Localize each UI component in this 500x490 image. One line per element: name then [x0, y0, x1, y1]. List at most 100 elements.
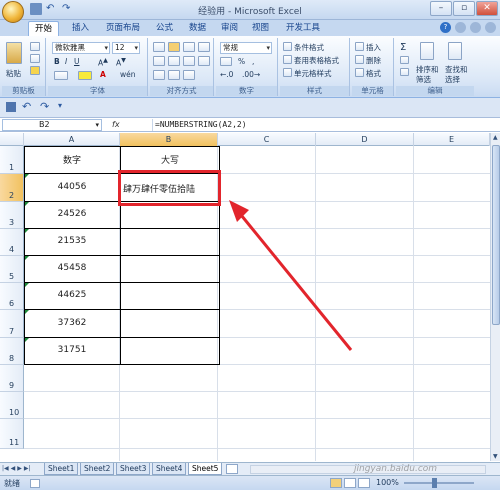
sort-filter-icon[interactable] [420, 42, 434, 60]
customize-qat-icon[interactable]: ▾ [58, 101, 62, 110]
autosum-icon[interactable]: Σ [400, 42, 406, 53]
header-cell-number[interactable]: 数字 [24, 153, 120, 166]
insert-sheet-icon[interactable] [226, 464, 238, 474]
grow-font-icon[interactable]: A▲ [98, 57, 108, 68]
scroll-up-icon[interactable]: ▲ [493, 134, 498, 141]
comma-icon[interactable]: , [252, 57, 254, 66]
format-table-button[interactable]: 套用表格格式 [294, 55, 339, 66]
borders-icon[interactable] [54, 71, 68, 80]
column-header-e[interactable]: E [414, 133, 490, 146]
decrease-indent-icon[interactable] [153, 70, 165, 80]
zoom-slider-knob[interactable] [432, 478, 437, 488]
cell-a6[interactable]: 44625 [24, 290, 120, 300]
font-color-icon[interactable]: A [100, 70, 106, 79]
undo-small-icon[interactable]: ↶ [22, 100, 31, 113]
delete-icon[interactable] [355, 55, 364, 64]
minimize-button[interactable]: – [430, 1, 452, 16]
delete-button[interactable]: 删除 [366, 55, 381, 66]
format-painter-icon[interactable] [30, 66, 40, 75]
cell-styles-icon[interactable] [283, 68, 292, 77]
office-button[interactable] [2, 1, 24, 23]
column-header-c[interactable]: C [218, 133, 316, 146]
header-cell-uppercase[interactable]: 大写 [120, 153, 220, 166]
paste-icon[interactable] [6, 42, 22, 64]
sheet-tab-3[interactable]: Sheet3 [116, 463, 151, 475]
cell-a4[interactable]: 21535 [24, 236, 120, 246]
row-header-11[interactable]: 11 [0, 419, 24, 449]
align-right-icon[interactable] [183, 56, 195, 66]
font-size-select[interactable]: 12 [112, 42, 140, 54]
cell-a3[interactable]: 24526 [24, 209, 120, 219]
vertical-scroll-thumb[interactable] [492, 145, 500, 325]
font-name-select[interactable]: 微软雅黑 [52, 42, 110, 54]
insert-button[interactable]: 插入 [366, 42, 381, 53]
select-all-corner[interactable] [0, 133, 24, 146]
italic-icon[interactable]: I [65, 57, 67, 66]
row-header-3[interactable]: 3 [0, 202, 24, 229]
page-layout-view-icon[interactable] [344, 478, 356, 488]
vertical-scrollbar[interactable]: ▲ ▼ [490, 133, 500, 461]
row-header-7[interactable]: 7 [0, 310, 24, 338]
column-header-a[interactable]: A [24, 133, 120, 146]
macro-record-icon[interactable] [30, 479, 40, 488]
fill-color-icon[interactable] [78, 71, 92, 80]
bold-icon[interactable]: B [54, 57, 60, 66]
phonetic-icon[interactable]: wén [120, 70, 136, 79]
insert-icon[interactable] [355, 42, 364, 51]
row-header-8[interactable]: 8 [0, 338, 24, 365]
increase-decimal-icon[interactable]: ←.0 [220, 70, 233, 79]
orientation-icon[interactable] [183, 70, 195, 80]
next-sheet-icon[interactable]: ▶ [17, 465, 22, 472]
shrink-font-icon[interactable]: A▼ [116, 57, 126, 68]
cell-a2[interactable]: 44056 [24, 182, 120, 192]
zoom-slider[interactable] [404, 482, 474, 484]
decrease-decimal-icon[interactable]: .00→ [242, 70, 260, 79]
row-header-6[interactable]: 6 [0, 283, 24, 310]
filter-label[interactable]: 筛选 [416, 74, 431, 85]
save-small-icon[interactable] [6, 102, 16, 112]
merge-center-icon[interactable] [198, 56, 210, 66]
cell-a7[interactable]: 37362 [24, 318, 120, 328]
row-header-9[interactable]: 9 [0, 365, 24, 392]
percent-icon[interactable]: % [238, 57, 245, 66]
currency-icon[interactable] [220, 57, 232, 66]
cell-a8[interactable]: 31751 [24, 345, 120, 355]
wrap-text-icon[interactable] [198, 42, 210, 52]
tab-home[interactable]: 开始 [28, 21, 60, 36]
conditional-format-icon[interactable] [283, 42, 292, 51]
cut-icon[interactable] [30, 42, 40, 51]
formula-input[interactable]: =NUMBERSTRING(A2,2) [152, 119, 488, 131]
ribbon-minimize-icon[interactable] [455, 22, 466, 33]
clear-icon[interactable] [400, 68, 409, 76]
align-left-icon[interactable] [153, 56, 165, 66]
copy-icon[interactable] [30, 54, 40, 63]
tab-review[interactable]: 审阅 [215, 21, 244, 36]
tab-insert[interactable]: 插入 [66, 21, 95, 36]
sheet-tab-2[interactable]: Sheet2 [80, 463, 115, 475]
spreadsheet-grid[interactable]: 数字 大写 44056 24526 21535 45458 44625 3736… [24, 146, 490, 461]
sheet-tab-1[interactable]: Sheet1 [44, 463, 79, 475]
fill-icon[interactable] [400, 56, 409, 64]
scroll-down-icon[interactable]: ▼ [493, 453, 498, 460]
row-header-1[interactable]: 1 [0, 146, 24, 174]
tab-data[interactable]: 数据 [183, 21, 212, 36]
column-header-d[interactable]: D [316, 133, 414, 146]
page-break-view-icon[interactable] [358, 478, 370, 488]
format-button[interactable]: 格式 [366, 68, 381, 79]
format-table-icon[interactable] [283, 55, 292, 64]
zoom-level[interactable]: 100% [376, 478, 399, 487]
sheet-tab-5[interactable]: Sheet5 [188, 463, 223, 475]
maximize-button[interactable]: ▫ [453, 1, 475, 16]
row-header-10[interactable]: 10 [0, 392, 24, 419]
increase-indent-icon[interactable] [168, 70, 180, 80]
fx-icon[interactable]: fx [112, 120, 120, 129]
redo-small-icon[interactable]: ↷ [40, 100, 49, 113]
align-middle-icon[interactable] [168, 42, 180, 52]
cell-a5[interactable]: 45458 [24, 263, 120, 273]
sheet-tab-4[interactable]: Sheet4 [152, 463, 187, 475]
ribbon-restore-icon[interactable] [470, 22, 481, 33]
prev-sheet-icon[interactable]: ◀ [11, 465, 16, 472]
tab-formulas[interactable]: 公式 [150, 21, 179, 36]
help-icon[interactable]: ? [440, 22, 451, 33]
name-box[interactable]: B2 [2, 119, 102, 131]
